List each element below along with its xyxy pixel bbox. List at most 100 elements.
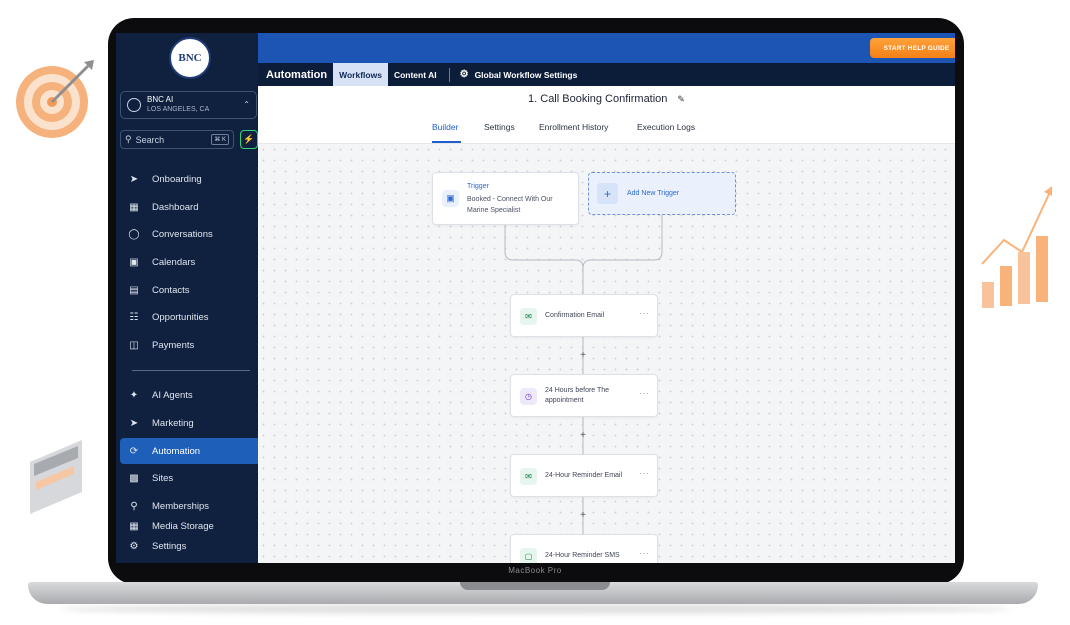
payments-icon: ◫	[129, 339, 139, 351]
add-step-button[interactable]: +	[577, 429, 589, 441]
action-card-confirmation-email[interactable]: ✉ Confirmation Email ···	[510, 294, 658, 337]
gear-icon: ⚙	[129, 540, 139, 552]
quick-action-bolt-icon[interactable]: ⚡	[240, 130, 258, 149]
laptop-notch	[460, 582, 610, 590]
sidebar-item-label: Memberships	[152, 500, 210, 512]
tab-execution-logs[interactable]: Execution Logs	[637, 122, 695, 132]
account-switcher[interactable]: BNC AI LOS ANGELES, CA ⌃	[120, 91, 257, 119]
action-label: Confirmation Email	[545, 312, 605, 319]
sidebar-item-label: Settings	[152, 540, 187, 552]
sidebar-item-dashboard[interactable]: ▦ Dashboard	[120, 194, 258, 220]
contacts-icon: ▤	[129, 284, 139, 296]
sidebar-item-sites[interactable]: ▩ Sites	[120, 465, 258, 491]
tab-enrollment-history[interactable]: Enrollment History	[539, 122, 608, 132]
action-card-wait[interactable]: ◷ 24 Hours before The appointment ···	[510, 374, 658, 417]
account-name: BNC AI	[147, 95, 174, 104]
workflow-tabs: Builder Settings Enrollment History Exec…	[258, 112, 955, 144]
search-placeholder: Search	[135, 134, 165, 145]
sidebar-divider	[132, 370, 250, 371]
more-options-icon[interactable]: ···	[640, 469, 650, 478]
workflow-title-bar: 1. Call Booking Confirmation ✎	[258, 86, 955, 112]
sidebar-item-automation[interactable]: ⟳ Automation	[120, 438, 258, 464]
sidebar-item-conversations[interactable]: ◯ Conversations	[120, 221, 258, 247]
sms-icon: ▢	[520, 548, 537, 563]
automation-icon: ⟳	[129, 445, 139, 457]
trigger-card[interactable]: ▣ Trigger Booked - Connect With Our Mari…	[432, 172, 579, 225]
top-header: START HELP GUIDE ➤ ⚑ ? S	[258, 33, 955, 63]
chat-icon: ◯	[128, 228, 140, 240]
add-step-button[interactable]: +	[577, 349, 589, 361]
sidebar-item-payments[interactable]: ◫ Payments	[120, 332, 258, 358]
action-card-reminder-sms[interactable]: ▢ 24-Hour Reminder SMS ···	[510, 534, 658, 563]
send-icon: ➤	[129, 417, 139, 429]
account-location: LOS ANGELES, CA	[147, 106, 210, 113]
sidebar-item-memberships[interactable]: ⚲ Memberships	[120, 493, 258, 519]
workflow-name: 1. Call Booking Confirmation	[528, 93, 668, 105]
sidebar-item-label: Opportunities	[152, 311, 209, 323]
trigger-label: Trigger	[467, 183, 489, 190]
company-logo[interactable]: BNC	[169, 37, 211, 79]
sidebar-item-opportunities[interactable]: ☷ Opportunities	[120, 304, 258, 330]
target-illustration	[16, 60, 94, 138]
action-label: 24 Hours before The appointment	[545, 387, 610, 404]
action-label: 24-Hour Reminder Email	[545, 472, 623, 479]
clock-icon: ◷	[520, 388, 537, 405]
sidebar-item-onboarding[interactable]: ➤ Onboarding	[120, 166, 258, 192]
opportunities-icon: ☷	[129, 311, 139, 323]
add-new-trigger-button[interactable]: + Add New Trigger	[588, 172, 736, 215]
sidebar-item-ai-agents[interactable]: ✦ AI Agents	[120, 382, 258, 408]
sidebar-item-label: Automation	[152, 445, 201, 457]
email-icon: ✉	[520, 308, 537, 325]
tab-workflows[interactable]: Workflows	[333, 63, 388, 86]
location-icon	[127, 98, 141, 112]
global-workflow-settings-link[interactable]: ⚙ Global Workflow Settings	[460, 69, 578, 80]
sidebar-item-marketing[interactable]: ➤ Marketing	[120, 410, 258, 436]
sidebar-item-label: AI Agents	[152, 389, 193, 401]
start-help-guide-button[interactable]: START HELP GUIDE	[870, 38, 955, 58]
action-card-reminder-email[interactable]: ✉ 24-Hour Reminder Email ···	[510, 454, 658, 497]
stage: MacBook Pro BNC BNC AI LOS ANGELES, CA ⌃…	[0, 0, 1070, 625]
add-step-button[interactable]: +	[577, 509, 589, 521]
more-options-icon[interactable]: ···	[640, 309, 650, 318]
tab-content-ai[interactable]: Content AI	[388, 63, 443, 86]
action-label: 24-Hour Reminder SMS	[545, 552, 620, 559]
laptop-shadow	[60, 604, 1010, 614]
credit-card-illustration	[30, 440, 82, 514]
dashboard-icon: ▦	[129, 201, 139, 213]
sidebar-item-calendars[interactable]: ▣ Calendars	[120, 249, 258, 275]
growth-chart-illustration	[981, 186, 1052, 308]
sidebar-item-label: Media Storage	[152, 521, 214, 532]
sidebar-item-label: Dashboard	[152, 201, 199, 213]
app-screen: BNC BNC AI LOS ANGELES, CA ⌃ ⚲ Search ⌘ …	[116, 33, 955, 563]
global-workflow-settings-label: Global Workflow Settings	[474, 69, 578, 80]
sidebar-item-label: Sites	[152, 472, 174, 484]
tab-settings[interactable]: Settings	[484, 122, 515, 132]
image-icon: ▦	[129, 521, 139, 532]
gear-icon: ⚙	[459, 69, 469, 80]
more-options-icon[interactable]: ···	[640, 389, 650, 398]
section-title: Automation	[266, 68, 328, 81]
search-input[interactable]: ⚲ Search ⌘ K	[120, 130, 234, 149]
chevron-updown-icon: ⌃	[243, 100, 250, 109]
sidebar-item-label: Payments	[152, 339, 195, 351]
more-options-icon[interactable]: ···	[640, 549, 650, 558]
search-shortcut: ⌘ K	[211, 134, 229, 145]
workflow-canvas[interactable]: ▣ Trigger Booked - Connect With Our Mari…	[258, 144, 955, 563]
search-icon: ⚲	[125, 134, 132, 144]
pencil-icon[interactable]: ✎	[677, 94, 685, 105]
sidebar-item-label: Onboarding	[152, 173, 202, 185]
plus-icon: +	[597, 183, 618, 204]
email-icon: ✉	[520, 468, 537, 485]
add-new-trigger-label: Add New Trigger	[627, 190, 680, 197]
sites-icon: ▩	[129, 472, 139, 484]
sidebar-item-contacts[interactable]: ▤ Contacts	[120, 277, 258, 303]
active-tab-underline	[432, 141, 461, 143]
sparkle-icon: ✦	[129, 389, 139, 401]
badge-icon: ⚲	[130, 500, 138, 512]
rocket-icon: ➤	[129, 173, 139, 185]
tab-builder[interactable]: Builder	[432, 122, 458, 132]
sidebar-item-settings[interactable]: ⚙ Settings	[120, 533, 258, 559]
trigger-text: Booked - Connect With Our Marine Special…	[467, 196, 553, 214]
sidebar-item-label: Marketing	[152, 417, 194, 429]
subnav-separator	[448, 67, 450, 82]
